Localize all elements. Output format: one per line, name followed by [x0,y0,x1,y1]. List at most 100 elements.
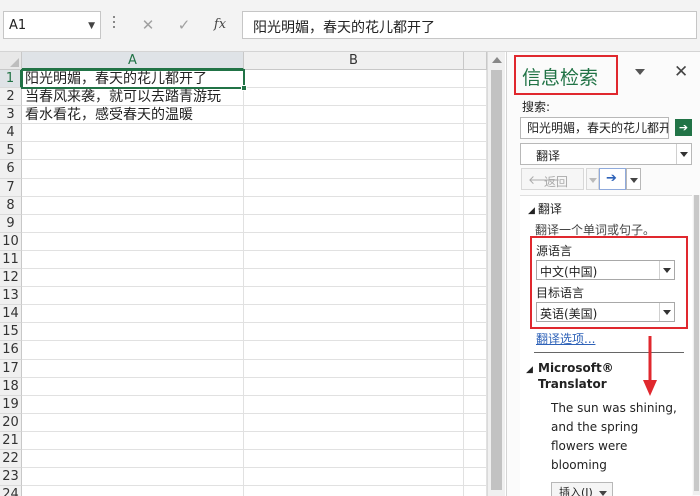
select-all-corner[interactable] [0,52,22,70]
row-header[interactable]: 1 [0,70,22,89]
cell-b[interactable] [244,124,464,143]
cell-c[interactable] [464,88,487,107]
chevron-down-icon[interactable] [659,303,674,321]
row-header[interactable]: 12 [0,269,22,288]
cell-b[interactable] [244,160,464,179]
scroll-thumb[interactable] [491,70,502,490]
cell-c[interactable] [464,142,487,161]
cell-b[interactable] [244,341,464,360]
row-header[interactable]: 9 [0,214,22,233]
cell-b[interactable] [244,269,464,288]
cell-b[interactable] [244,70,464,89]
cell-b[interactable] [244,305,464,324]
back-dropdown-icon[interactable] [586,168,599,190]
target-language-select[interactable]: 英语(美国) [536,302,675,322]
cancel-icon[interactable]: ✕ [136,13,160,37]
sheet-vertical-scrollbar[interactable] [487,52,505,496]
column-header-c[interactable] [464,52,487,70]
row-header[interactable]: 2 [0,88,22,107]
service-select[interactable]: 翻译 [520,143,692,165]
row-header[interactable]: 13 [0,287,22,306]
cell-a[interactable] [22,341,244,360]
cell-a[interactable] [22,196,244,215]
cell-c[interactable] [464,250,487,270]
source-language-select[interactable]: 中文(中国) [536,260,675,280]
cell-a[interactable] [22,305,244,324]
row-header[interactable]: 7 [0,178,22,197]
cell-c[interactable] [464,124,487,143]
cell-b[interactable] [244,232,464,251]
back-button[interactable]: 🡐 返回 [521,168,584,190]
insert-function-icon[interactable]: fx [208,13,232,37]
cell-a[interactable] [22,359,244,378]
cell-c[interactable] [464,486,487,496]
search-input[interactable]: 阳光明媚，春天的花儿都开了 [520,117,669,139]
row-header[interactable]: 8 [0,196,22,215]
cell-c[interactable] [464,70,487,89]
cell-a[interactable] [22,413,244,432]
cell-c[interactable] [464,287,487,306]
cell-a[interactable] [22,142,244,161]
pane-scroll-thumb[interactable] [694,195,699,491]
cell-c[interactable] [464,196,487,215]
row-header[interactable]: 6 [0,160,22,179]
cell-a[interactable] [22,468,244,487]
cell-c[interactable] [464,449,487,469]
cell-b[interactable] [244,106,464,125]
row-header[interactable]: 5 [0,142,22,161]
forward-button[interactable]: ➔ [599,168,626,190]
column-header-b[interactable]: B [244,52,464,70]
translation-options-link[interactable]: 翻译选项... [536,330,595,347]
cell-b[interactable] [244,196,464,215]
row-header[interactable]: 10 [0,232,22,251]
cell-a[interactable] [22,124,244,143]
row-header[interactable]: 23 [0,468,22,487]
row-header[interactable]: 22 [0,449,22,469]
cell-b[interactable] [244,468,464,487]
translator-provider-header[interactable]: ◢ Microsoft® Translator [526,360,614,392]
cell-c[interactable] [464,178,487,197]
row-header[interactable]: 21 [0,431,22,450]
formula-input[interactable]: 阳光明媚，春天的花儿都开了 [242,11,697,39]
cell-a[interactable] [22,232,244,251]
cell-a[interactable]: 看水看花，感受春天的温暖 [22,106,244,125]
cell-b[interactable] [244,287,464,306]
row-header[interactable]: 15 [0,323,22,342]
cell-c[interactable] [464,395,487,414]
cell-a[interactable] [22,250,244,270]
pane-options-icon[interactable] [635,69,645,75]
row-header[interactable]: 24 [0,486,22,496]
cell-b[interactable] [244,431,464,450]
cell-b[interactable] [244,359,464,378]
start-search-button[interactable]: ➔ [675,119,692,136]
cell-c[interactable] [464,431,487,450]
forward-dropdown-icon[interactable] [626,168,641,190]
cell-a[interactable] [22,323,244,342]
cell-c[interactable] [464,341,487,360]
cell-b[interactable] [244,142,464,161]
cell-c[interactable] [464,269,487,288]
row-header[interactable]: 11 [0,250,22,270]
cell-b[interactable] [244,377,464,396]
cell-b[interactable] [244,250,464,270]
cell-c[interactable] [464,359,487,378]
cell-a[interactable] [22,377,244,396]
cell-b[interactable] [244,178,464,197]
chevron-down-icon[interactable]: ▼ [88,21,95,31]
chevron-down-icon[interactable] [676,144,691,164]
row-header[interactable]: 3 [0,106,22,125]
cell-b[interactable] [244,486,464,496]
row-header[interactable]: 18 [0,377,22,396]
cell-a[interactable] [22,214,244,233]
cell-a[interactable] [22,395,244,414]
cell-c[interactable] [464,232,487,251]
cell-c[interactable] [464,468,487,487]
cell-b[interactable] [244,449,464,469]
scroll-up-icon[interactable] [492,57,502,63]
cell-a[interactable]: 当春风来袭，就可以去踏青游玩 [22,88,244,107]
cell-a[interactable] [22,287,244,306]
cell-a[interactable]: 阳光明媚，春天的花儿都开了 [22,70,244,89]
row-header[interactable]: 16 [0,341,22,360]
cell-c[interactable] [464,214,487,233]
cell-c[interactable] [464,305,487,324]
